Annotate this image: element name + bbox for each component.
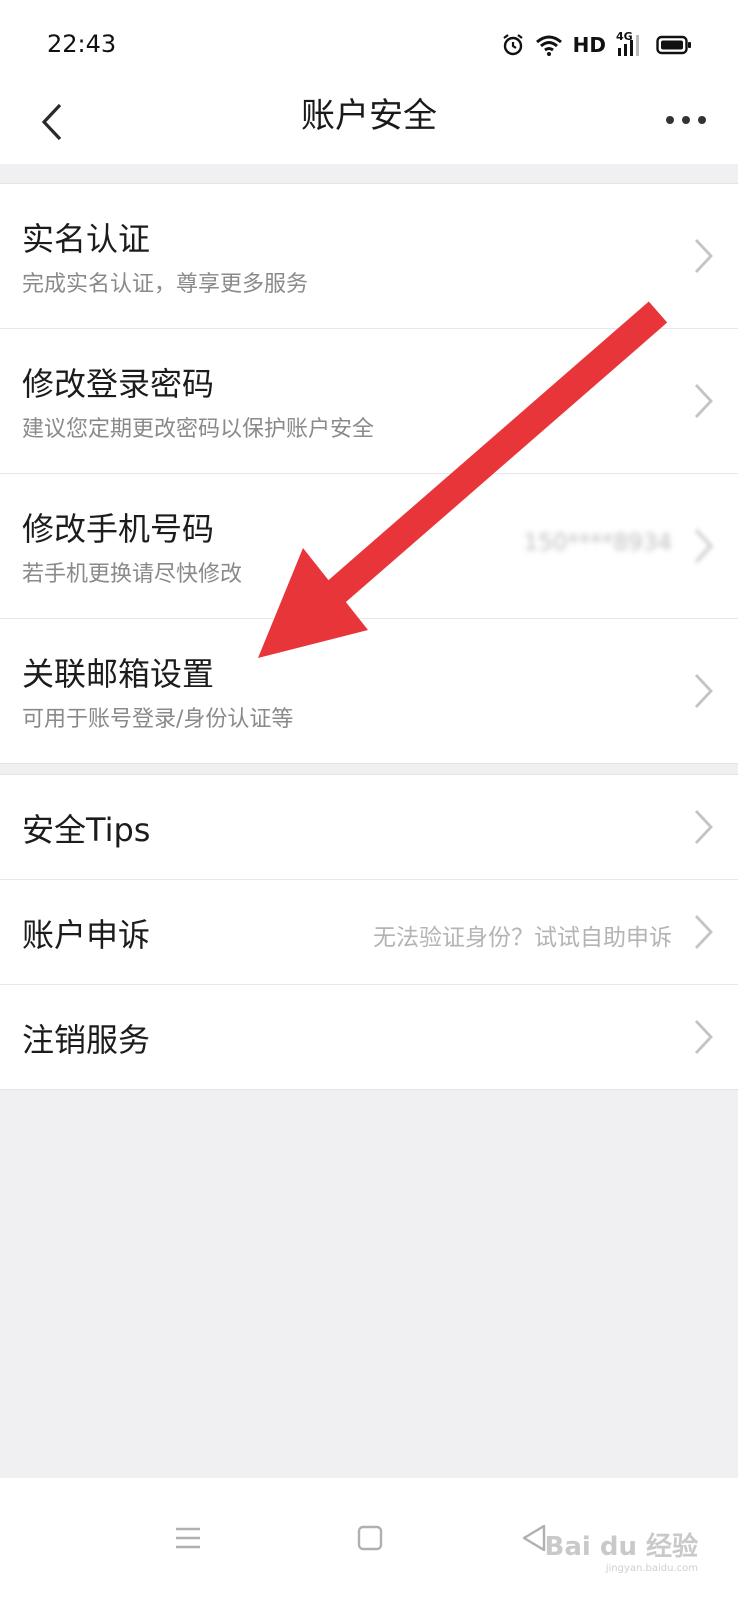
more-dots-icon <box>666 116 706 124</box>
chevron-right-icon <box>694 1020 713 1054</box>
phone-number-value: 150****8934 <box>523 530 672 556</box>
back-chevron-icon <box>41 103 62 141</box>
list-item-security-tips[interactable]: 安全Tips <box>0 775 738 880</box>
battery-icon <box>656 35 691 55</box>
menu-icon <box>176 1527 200 1549</box>
system-nav-bar: Bai du 经验 jingyan.baidu.com <box>0 1478 738 1600</box>
signal-icon: 4G <box>616 30 646 58</box>
row-title: 安全Tips <box>22 811 151 849</box>
list-item-account-appeal[interactable]: 账户申诉 无法验证身份？试试自助申诉 <box>0 880 738 985</box>
baidu-watermark: Bai du 经验 jingyan.baidu.com <box>545 1526 699 1574</box>
alarm-icon <box>502 34 523 56</box>
chevron-right-icon <box>694 810 713 844</box>
watermark-url: jingyan.baidu.com <box>605 1563 698 1574</box>
watermark-brand: Bai du 经验 <box>544 1532 699 1562</box>
row-value: 无法验证身份？试试自助申诉 <box>373 925 672 951</box>
row-subtitle: 完成实名认证，尊享更多服务 <box>22 272 309 297</box>
row-title: 账户申诉 <box>22 916 151 954</box>
home-square-icon <box>357 1525 383 1551</box>
status-time: 22:43 <box>47 30 117 58</box>
row-subtitle: 可用于账号登录/身份认证等 <box>22 707 294 732</box>
list-item-cancel-account[interactable]: 注销服务 <box>0 985 738 1089</box>
row-subtitle: 若手机更换请尽快修改 <box>22 562 243 587</box>
chevron-right-icon <box>694 529 713 563</box>
list-item-email-settings[interactable]: 关联邮箱设置 可用于账号登录/身份认证等 <box>0 619 738 763</box>
chevron-right-icon <box>694 915 713 949</box>
row-subtitle: 建议您定期更改密码以保护账户安全 <box>22 417 375 442</box>
row-title: 关联邮箱设置 <box>22 655 215 693</box>
nav-bar: 账户安全 <box>0 86 738 164</box>
support-group: 安全Tips 账户申诉 无法验证身份？试试自助申诉 注销服务 <box>0 774 738 1090</box>
page-title: 账户安全 <box>301 96 437 136</box>
chevron-right-icon <box>694 384 713 418</box>
back-button[interactable] <box>30 94 74 150</box>
row-title: 修改登录密码 <box>22 365 215 403</box>
more-button[interactable] <box>662 98 710 142</box>
row-title: 修改手机号码 <box>22 510 215 548</box>
list-item-change-password[interactable]: 修改登录密码 建议您定期更改密码以保护账户安全 <box>0 329 738 474</box>
status-icons: HD 4G <box>501 30 692 60</box>
account-settings-group: 实名认证 完成实名认证，尊享更多服务 修改登录密码 建议您定期更改密码以保护账户… <box>0 183 738 764</box>
list-item-real-name-auth[interactable]: 实名认证 完成实名认证，尊享更多服务 <box>0 184 738 329</box>
list-item-change-phone[interactable]: 修改手机号码 若手机更换请尽快修改 150****8934 <box>0 474 738 619</box>
home-button[interactable] <box>340 1508 400 1568</box>
chevron-right-icon <box>694 674 713 708</box>
chevron-right-icon <box>694 239 713 273</box>
wifi-icon <box>535 35 562 56</box>
row-title: 实名认证 <box>22 220 151 258</box>
row-title: 注销服务 <box>22 1021 151 1059</box>
status-bar: 22:43 HD 4G <box>0 0 738 86</box>
hd-label: HD <box>572 33 606 57</box>
menu-button[interactable] <box>158 1508 218 1568</box>
